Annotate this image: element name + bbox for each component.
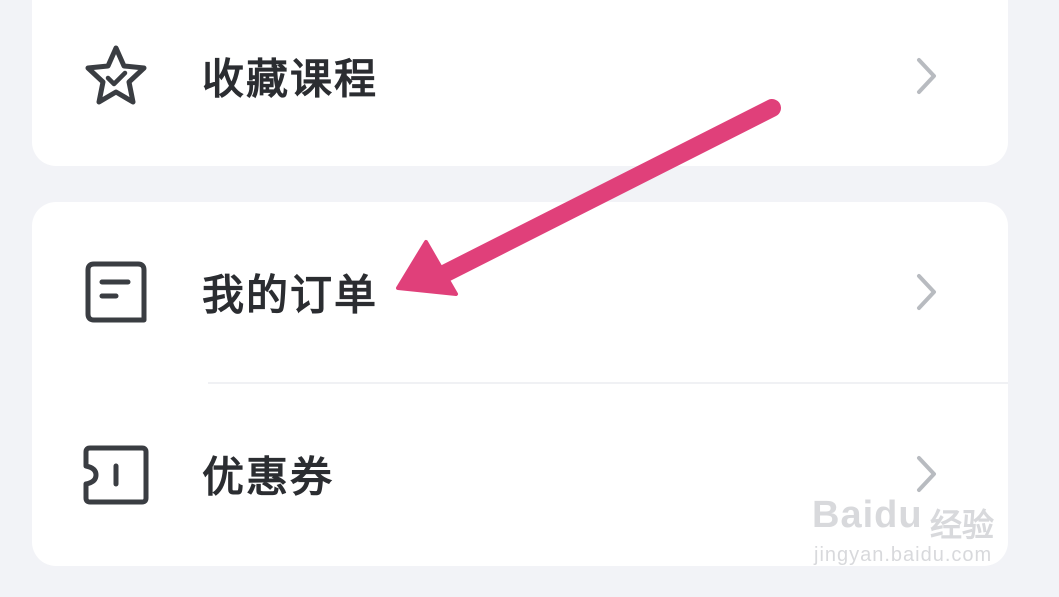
menu-item-orders[interactable]: 我的订单 [32, 202, 1008, 382]
menu-item-label: 优惠券 [202, 452, 335, 502]
watermark-url: jingyan.baidu.com [814, 544, 993, 566]
menu-item-label: 收藏课程 [202, 54, 379, 104]
watermark-logo: Baidu [812, 494, 923, 536]
ticket-icon [83, 445, 149, 505]
favorites-card: 收藏课程 [32, 0, 1008, 166]
chevron-right-icon [917, 274, 936, 310]
menu-item-favorites[interactable]: 收藏课程 [32, 0, 1008, 166]
watermark-cn: 经验 [930, 507, 995, 543]
baidu-jingyan-watermark: Baidu 经验 jingyan.baidu.com [812, 486, 1012, 576]
star-check-icon [85, 45, 147, 105]
menu-item-label: 我的订单 [202, 270, 379, 320]
order-doc-icon [85, 261, 147, 323]
chevron-right-icon [917, 58, 936, 94]
